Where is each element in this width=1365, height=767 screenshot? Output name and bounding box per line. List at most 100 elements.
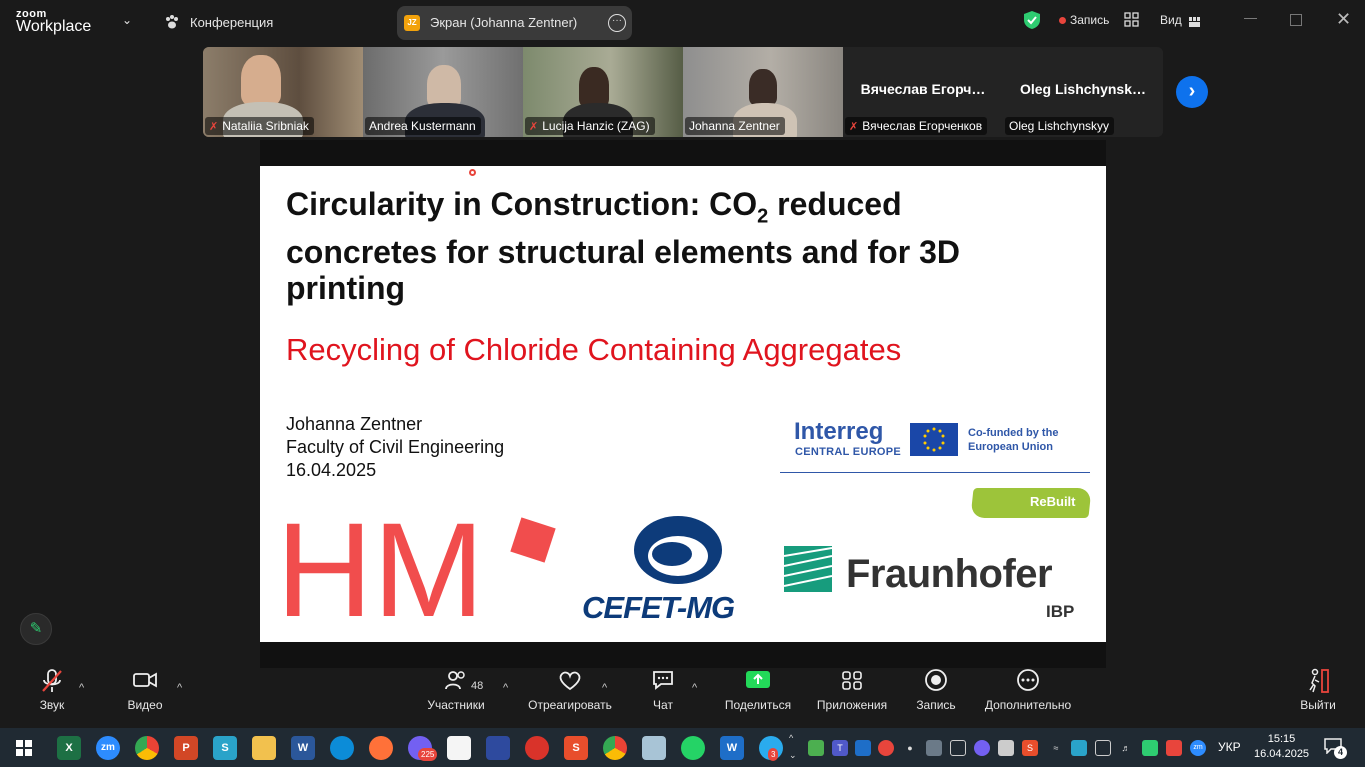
participant-face <box>427 65 461 107</box>
taskbar-scroll-icon[interactable]: ^ ⌄ <box>789 730 797 764</box>
app-menu-chevron-icon[interactable]: ⌄ <box>122 13 132 27</box>
laser-pointer-icon <box>469 169 476 176</box>
chrome-icon[interactable] <box>135 736 159 760</box>
mic-muted-icon: ✗ <box>849 121 859 133</box>
tray-viber-icon[interactable] <box>974 740 990 756</box>
central-europe-label: CENTRAL EUROPE <box>795 446 902 458</box>
participants-button[interactable]: Участники <box>424 668 488 728</box>
tray-shield-icon[interactable] <box>1142 740 1158 756</box>
apps-button[interactable]: Приложения <box>814 668 890 728</box>
participant-tile[interactable]: Johanna Zentner <box>683 47 843 137</box>
leave-button[interactable]: Выйти <box>1296 668 1340 728</box>
paw-icon <box>164 14 180 30</box>
presentation-slide: Circularity in Construction: CO2 reduced… <box>260 166 1106 642</box>
grid-apps-icon[interactable] <box>1124 12 1139 27</box>
chat-options-caret-icon[interactable]: ^ <box>692 682 697 694</box>
audio-button[interactable]: Звук <box>30 668 74 728</box>
share-screen-indicator[interactable]: JZ Экран (Johanna Zentner) ··· <box>397 6 632 40</box>
file-explorer-icon[interactable] <box>252 736 276 760</box>
share-button[interactable]: Поделиться <box>722 668 794 728</box>
tray-speaker-icon[interactable] <box>1166 740 1182 756</box>
shield-check-icon[interactable] <box>1023 10 1041 30</box>
fraunhofer-logo-text: Fraunhofer <box>846 552 1053 596</box>
wifi-icon[interactable]: ≈ <box>1048 740 1064 756</box>
tray-device-icon[interactable] <box>998 740 1014 756</box>
next-participants-button[interactable]: › <box>1176 76 1208 108</box>
word-icon[interactable]: W <box>291 736 315 760</box>
tray-network-icon[interactable] <box>1071 740 1087 756</box>
video-options-caret-icon[interactable]: ^ <box>177 682 182 694</box>
tray-monitor-icon[interactable] <box>926 740 942 756</box>
notifications-count: 4 <box>1334 746 1347 759</box>
tray-check-icon[interactable] <box>808 740 824 756</box>
chat-button[interactable]: Чат <box>646 668 680 728</box>
view-button[interactable]: Вид <box>1160 13 1182 27</box>
participant-name: ✗ Вячеслав Егорченков <box>845 117 988 135</box>
close-icon[interactable]: ✕ <box>1336 9 1351 30</box>
viber-badge: 225 <box>418 748 438 761</box>
tray-usb-icon[interactable] <box>950 740 966 756</box>
share-more-icon[interactable]: ··· <box>608 14 626 32</box>
slide-title: Circularity in Construction: CO2 reduced… <box>286 186 960 307</box>
system-clock[interactable]: 15:15 16.04.2025 <box>1254 732 1309 762</box>
slide-author: Johanna Zentner <box>286 414 423 434</box>
anydesk-icon[interactable] <box>525 736 549 760</box>
annotate-pen-icon[interactable]: ✎ <box>20 613 52 645</box>
tray-camera-icon[interactable] <box>1095 740 1111 756</box>
slide-faculty: Faculty of Civil Engineering <box>286 437 505 457</box>
meeting-toolbar: Звук ^ Видео ^ Участники 48 ^ Отреагиров… <box>0 668 1365 728</box>
ibp-label: IBP <box>1046 602 1075 621</box>
heart-icon <box>526 668 614 698</box>
logo-divider <box>780 472 1090 473</box>
tray-app-icon[interactable] <box>878 740 894 756</box>
powerpoint-icon[interactable]: P <box>174 736 198 760</box>
participant-tile[interactable]: ✗ Nataliia Sribniak <box>203 47 363 137</box>
app-s-icon[interactable]: S <box>213 736 237 760</box>
tray-s-icon[interactable]: S <box>1022 740 1038 756</box>
excel-icon[interactable]: X <box>57 736 81 760</box>
react-button[interactable]: Отреагировать <box>526 668 614 728</box>
document-icon[interactable] <box>447 736 471 760</box>
mic-off-icon <box>30 668 74 698</box>
chrome-profile-icon[interactable] <box>603 736 627 760</box>
meeting-info-button[interactable]: Конференция <box>190 15 273 30</box>
participant-tile[interactable]: Oleg Lishchynsk… Oleg Lishchynskyy <box>1003 47 1163 137</box>
participant-name: Oleg Lishchynskyy <box>1005 117 1115 135</box>
participant-video-strip: ✗ Nataliia Sribniak Andrea Kustermann ✗ Lu… <box>203 47 1163 137</box>
zoom-app-icon[interactable]: zm <box>96 736 120 760</box>
participant-face <box>749 69 777 105</box>
participant-tile[interactable]: ✗ Lucija Hanzic (ZAG) <box>523 47 683 137</box>
mic-muted-icon: ✗ <box>529 121 539 133</box>
participant-tile-active-speaker[interactable]: Andrea Kustermann <box>363 47 523 137</box>
audio-options-caret-icon[interactable]: ^ <box>79 682 84 694</box>
windows-taskbar: X zm P S W 225 S W 3 ^ ⌄ T ● S ≈ ♬ zm УКР… <box>0 728 1365 767</box>
minimize-icon[interactable]: — <box>1244 10 1257 25</box>
video-button[interactable]: Видео <box>120 668 170 728</box>
language-indicator[interactable]: УКР <box>1218 740 1241 754</box>
participant-tile[interactable]: Вячеслав Егорч… ✗ Вячеслав Егорченков <box>843 47 1003 137</box>
windows-start-icon[interactable] <box>16 740 32 756</box>
recording-indicator[interactable]: Запись <box>1070 13 1109 27</box>
camera-icon <box>120 668 170 698</box>
more-button[interactable]: Дополнительно <box>982 668 1074 728</box>
app-notebook-icon[interactable] <box>642 736 666 760</box>
firefox-icon[interactable] <box>369 736 393 760</box>
tray-zoom-icon[interactable]: zm <box>1190 740 1206 756</box>
save-disk-icon[interactable] <box>486 736 510 760</box>
hm-logo: HM <box>276 496 485 645</box>
hm-logo-square <box>510 517 556 563</box>
volume-icon[interactable]: ♬ <box>1118 740 1134 756</box>
app-w-icon[interactable]: W <box>720 736 744 760</box>
tray-mic-icon[interactable]: ● <box>902 740 918 756</box>
participant-name: ✗ Nataliia Sribniak <box>205 117 314 135</box>
participant-display-name: Вячеслав Егорч… <box>860 81 986 97</box>
participants-options-caret-icon[interactable]: ^ <box>503 682 508 694</box>
tray-teams-icon[interactable]: T <box>832 740 848 756</box>
edge-icon[interactable] <box>330 736 354 760</box>
record-button[interactable]: Запись <box>912 668 960 728</box>
whatsapp-icon[interactable] <box>681 736 705 760</box>
react-options-caret-icon[interactable]: ^ <box>602 682 607 694</box>
maximize-icon[interactable] <box>1290 14 1302 26</box>
app-s-red-icon[interactable]: S <box>564 736 588 760</box>
tray-w-icon[interactable] <box>855 740 871 756</box>
